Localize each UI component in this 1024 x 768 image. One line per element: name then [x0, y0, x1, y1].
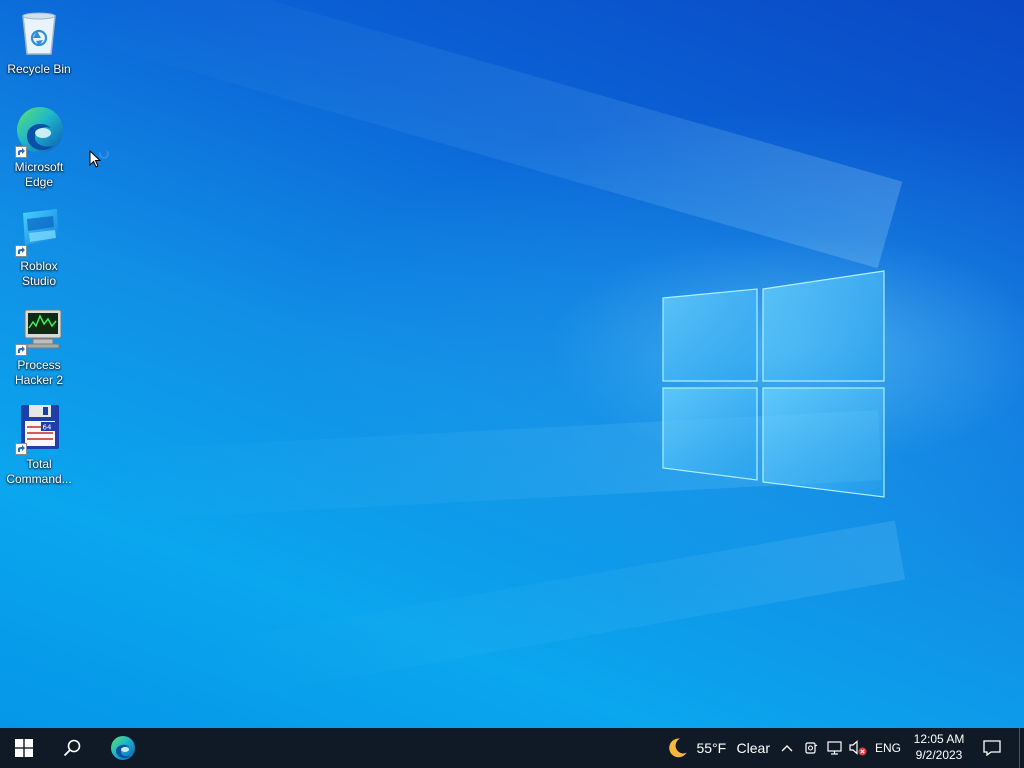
desktop-icon-roblox-studio[interactable]: Roblox Studio: [0, 205, 78, 289]
svg-text:64: 64: [43, 424, 52, 432]
network-icon: [827, 741, 842, 755]
taskbar: 55°F Clear ENG 12:05 AM 9/2/2023: [0, 728, 1024, 768]
volume-muted-icon: [849, 740, 867, 756]
show-hidden-icons-button[interactable]: [776, 728, 798, 768]
action-center-button[interactable]: [978, 728, 1006, 768]
shortcut-arrow-icon: [15, 245, 27, 257]
desktop-icon-process-hacker[interactable]: Process Hacker 2: [0, 304, 78, 388]
desktop-icon-label: Recycle Bin: [7, 62, 71, 76]
desktop-wallpaper[interactable]: Recycle Bin Microsoft Edge Roblox Studio…: [0, 0, 1024, 728]
desktop-icon-recycle-bin[interactable]: Recycle Bin: [0, 8, 78, 77]
clock-time: 12:05 AM: [913, 732, 965, 746]
meet-now-icon: [805, 742, 818, 754]
windows-logo-wallpaper: [662, 270, 885, 498]
shortcut-arrow-icon: [15, 146, 27, 158]
edge-icon: [13, 106, 65, 158]
action-center-icon: [983, 740, 1001, 756]
windows-start-icon: [15, 739, 33, 757]
total-commander-icon: 64: [13, 403, 65, 455]
chevron-up-icon: [781, 745, 793, 752]
show-desktop-button[interactable]: [1019, 728, 1024, 768]
desktop-icon-microsoft-edge[interactable]: Microsoft Edge: [0, 106, 78, 190]
weather-temperature: 55°F: [696, 740, 727, 756]
search-button[interactable]: [48, 728, 96, 768]
moon-icon: [669, 738, 687, 758]
recycle-bin-icon: [13, 8, 65, 60]
clock-date: 9/2/2023: [915, 748, 963, 762]
taskbar-pinned-edge[interactable]: [99, 728, 147, 768]
volume-button[interactable]: [847, 728, 869, 768]
weather-condition: Clear: [736, 740, 770, 756]
desktop-icon-label: Process Hacker 2: [14, 358, 64, 387]
shortcut-arrow-icon: [15, 443, 27, 455]
start-button[interactable]: [0, 728, 48, 768]
network-button[interactable]: [824, 728, 846, 768]
language-indicator: ENG: [874, 741, 901, 755]
desktop-icon-label: Total Command...: [6, 457, 72, 486]
desktop-icon-label: Roblox Studio: [20, 259, 58, 288]
shortcut-arrow-icon: [15, 344, 27, 356]
weather-widget[interactable]: 55°F Clear: [660, 728, 770, 768]
meet-now-button[interactable]: [800, 728, 822, 768]
clock[interactable]: 12:05 AM 9/2/2023: [906, 731, 972, 763]
input-language-button[interactable]: ENG: [872, 728, 904, 768]
edge-icon: [111, 736, 135, 760]
process-hacker-icon: [13, 304, 65, 356]
search-icon: [63, 739, 81, 757]
desktop-icon-label: Microsoft Edge: [14, 160, 64, 189]
mouse-cursor-busy-icon: [89, 150, 109, 168]
desktop-icon-total-commander[interactable]: 64 Total Command...: [0, 403, 78, 487]
roblox-studio-icon: [13, 205, 65, 257]
